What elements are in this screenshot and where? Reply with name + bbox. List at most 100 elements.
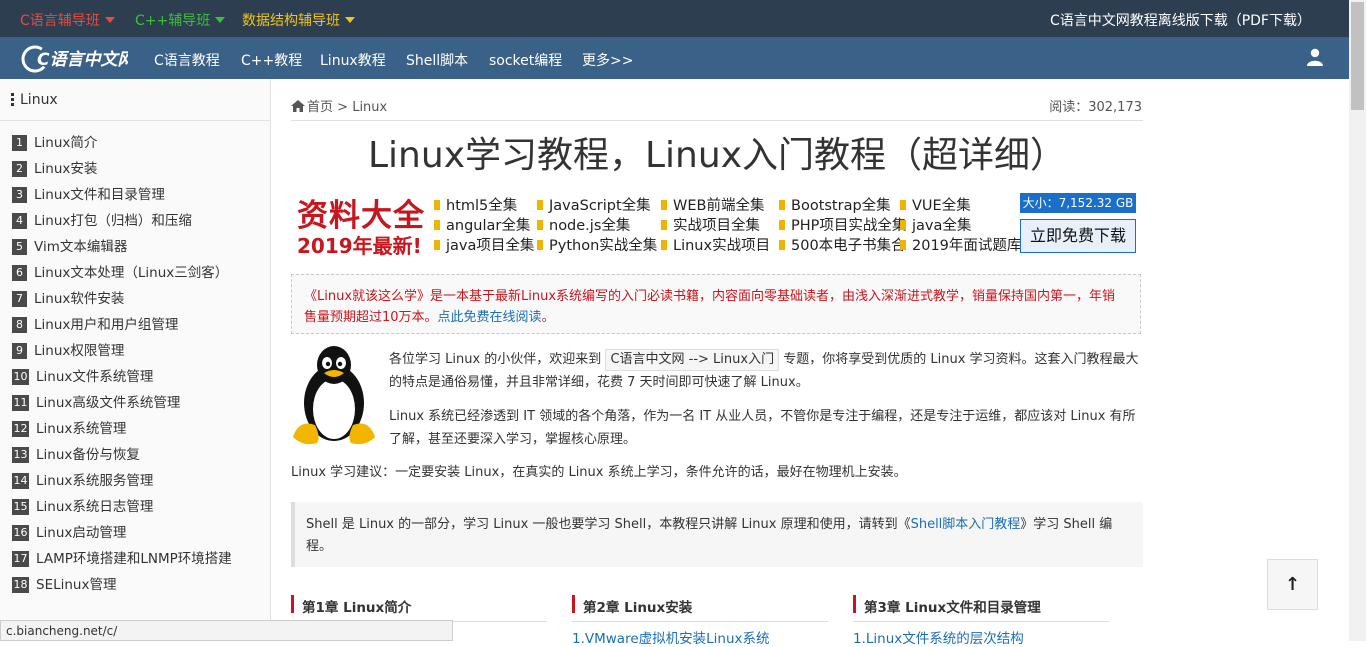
sidebar-item-label: Linux文本处理（Linux三剑客） xyxy=(34,265,229,281)
chevron-down-icon xyxy=(104,17,115,23)
intro-paragraph-1: 各位学习 Linux 的小伙伴，欢迎来到 C语言中文网 --> Linux入门 … xyxy=(389,348,1141,394)
notice-text: 《Linux就该这么学》是一本基于最新Linux系统编写的入门必读书籍，内容面向… xyxy=(304,289,1116,325)
ad-link[interactable]: Bootstrap全集 xyxy=(779,194,891,215)
sidebar-item[interactable]: 3 Linux文件和目录管理 xyxy=(12,183,165,203)
sidebar-item[interactable]: 14 Linux系统服务管理 xyxy=(12,469,153,489)
ad-link[interactable]: Linux实战项目 xyxy=(661,234,770,255)
scrollbar-thumb[interactable] xyxy=(1351,2,1364,110)
sidebar-item[interactable]: 10 Linux文件系统管理 xyxy=(12,365,153,385)
ad-banner[interactable]: 资料大全 2019年最新! html5全集 JavaScript全集 WEB前端全集… xyxy=(291,186,1143,258)
sidebar-item-label: Linux高级文件系统管理 xyxy=(36,395,181,411)
ad-link[interactable]: Python实战全集 xyxy=(537,234,657,255)
breadcrumb-separator: > xyxy=(337,100,349,115)
breadcrumb-current[interactable]: Linux xyxy=(352,100,387,115)
sidebar-item[interactable]: 13 Linux备份与恢复 xyxy=(12,443,140,463)
sidebar-item[interactable]: 11 Linux高级文件系统管理 xyxy=(12,391,180,411)
ad-link[interactable]: html5全集 xyxy=(434,194,517,215)
sidebar-item[interactable]: 7 Linux软件安装 xyxy=(12,287,124,307)
free-download-button[interactable]: 立即免费下载 xyxy=(1020,219,1136,253)
sidebar-item-number: 1 xyxy=(12,135,27,151)
ad-link[interactable]: 500本电子书集合 xyxy=(779,234,906,255)
site-logo[interactable]: C语言中文网 xyxy=(20,43,128,73)
shell-tutorial-link[interactable]: Shell脚本入门教程 xyxy=(911,517,1021,532)
ad-link[interactable]: VUE全集 xyxy=(900,194,971,215)
ds-tutoring-link[interactable]: 数据结构辅导班 xyxy=(242,10,355,30)
sidebar-item[interactable]: 5 Vim文本编辑器 xyxy=(12,235,127,255)
sidebar-item[interactable]: 16 Linux启动管理 xyxy=(12,521,126,541)
sidebar-item-number: 5 xyxy=(12,239,27,255)
read-online-link[interactable]: 点此免费在线阅读 xyxy=(438,310,542,325)
sidebar-item-label: Linux启动管理 xyxy=(36,525,127,541)
chapter-3-header: 第3章 Linux文件和目录管理 xyxy=(853,595,1109,622)
nav-item-shell[interactable]: Shell脚本 xyxy=(406,50,468,70)
sidebar-item-number: 14 xyxy=(12,473,29,489)
ad-headline: 资料大全 xyxy=(297,198,425,234)
back-to-top-button[interactable]: ↑ xyxy=(1267,559,1318,610)
sidebar-item[interactable]: 8 Linux用户和用户组管理 xyxy=(12,313,178,333)
nav-item-more[interactable]: 更多>> xyxy=(582,50,633,70)
ad-link[interactable]: 2019年面试题库 xyxy=(900,234,1021,255)
sidebar-item-label: Linux系统管理 xyxy=(36,421,127,437)
breadcrumb: 首页 > Linux xyxy=(291,96,387,115)
chapter-3-first-link[interactable]: 1.Linux文件系统的层次结构 xyxy=(853,627,1024,647)
ad-link[interactable]: java全集 xyxy=(900,214,971,235)
sidebar-item[interactable]: 4 Linux打包（归档）和压缩 xyxy=(12,209,192,229)
nav-item-c[interactable]: C语言教程 xyxy=(154,50,220,70)
nav-item-linux[interactable]: Linux教程 xyxy=(320,50,386,70)
nav-item-socket[interactable]: socket编程 xyxy=(489,50,562,70)
top-bar: C语言辅导班 C++辅导班 数据结构辅导班 C语言中文网教程离线版下载（PDF下… xyxy=(0,0,1349,37)
sidebar-item-number: 17 xyxy=(12,551,29,567)
sidebar-item[interactable]: 6 Linux文本处理（Linux三剑客） xyxy=(12,261,228,281)
sidebar-item-number: 8 xyxy=(12,317,27,333)
sidebar-item-label: Linux软件安装 xyxy=(34,291,125,307)
sidebar-item-number: 10 xyxy=(12,369,29,385)
sidebar-item[interactable]: 12 Linux系统管理 xyxy=(12,417,126,437)
sidebar-item-label: Linux安装 xyxy=(34,161,98,177)
sidebar-item-number: 16 xyxy=(12,525,29,541)
sidebar-item-label: Linux权限管理 xyxy=(34,343,125,359)
sidebar-item-label: Linux文件和目录管理 xyxy=(34,187,165,203)
sidebar-item-number: 11 xyxy=(12,395,29,411)
sidebar-item-number: 6 xyxy=(12,265,27,281)
sidebar-item[interactable]: 2 Linux安装 xyxy=(12,157,97,177)
sidebar-item[interactable]: 9 Linux权限管理 xyxy=(12,339,124,359)
sidebar-item[interactable]: 18 SELinux管理 xyxy=(12,573,116,593)
notice-end: 。 xyxy=(541,310,555,325)
sidebar-item-label: Linux系统服务管理 xyxy=(36,473,154,489)
sidebar-item-number: 13 xyxy=(12,447,29,463)
menu-dots-icon xyxy=(11,93,14,107)
chevron-down-icon xyxy=(215,17,226,23)
status-bar-url: c.biancheng.net/c/ xyxy=(0,620,453,641)
page-title: Linux学习教程，Linux入门教程（超详细） xyxy=(368,135,1066,176)
nav-item-cpp[interactable]: C++教程 xyxy=(241,50,302,70)
ad-link[interactable]: java项目全集 xyxy=(434,234,534,255)
cpp-tutoring-link[interactable]: C++辅导班 xyxy=(135,10,226,30)
ad-link[interactable]: angular全集 xyxy=(434,214,530,235)
tux-penguin-image xyxy=(293,346,375,445)
ad-link[interactable]: node.js全集 xyxy=(537,214,630,235)
sidebar-item-label: Linux打包（归档）和压缩 xyxy=(34,213,192,229)
topic-path: C语言中文网 --> Linux入门 xyxy=(605,349,780,371)
ad-link[interactable]: WEB前端全集 xyxy=(661,194,764,215)
sidebar-item[interactable]: 1 Linux简介 xyxy=(12,131,97,151)
breadcrumb-home[interactable]: 首页 xyxy=(307,100,333,115)
ad-link[interactable]: PHP项目实战全集 xyxy=(779,214,906,235)
c-tutoring-link[interactable]: C语言辅导班 xyxy=(20,10,115,30)
intro-paragraph-3: Linux 学习建议：一定要安装 Linux，在真实的 Linux 系统上学习，… xyxy=(291,465,907,480)
user-icon[interactable] xyxy=(1306,48,1324,66)
sidebar-item-label: LAMP环境搭建和LNMP环境搭建 xyxy=(36,551,232,567)
divider xyxy=(291,120,1143,121)
home-icon xyxy=(291,100,305,112)
sidebar-item-label: Linux备份与恢复 xyxy=(36,447,140,463)
ad-link[interactable]: 实战项目全集 xyxy=(661,214,760,235)
sidebar-item-number: 2 xyxy=(12,161,27,177)
ad-link[interactable]: JavaScript全集 xyxy=(537,194,651,215)
sidebar-item-number: 15 xyxy=(12,499,29,515)
sidebar-item[interactable]: 17 LAMP环境搭建和LNMP环境搭建 xyxy=(12,547,232,567)
offline-download-link[interactable]: C语言中文网教程离线版下载（PDF下载） xyxy=(1050,10,1311,30)
chapter-2-first-link[interactable]: 1.VMware虚拟机安装Linux系统 xyxy=(572,627,770,647)
sidebar-header[interactable]: Linux xyxy=(0,79,270,121)
intro-paragraph-2: Linux 系统已经渗透到 IT 领域的各个角落，作为一名 IT 从业人员，不管… xyxy=(389,409,1136,447)
sidebar-item[interactable]: 15 Linux系统日志管理 xyxy=(12,495,153,515)
sidebar-item-number: 7 xyxy=(12,291,27,307)
